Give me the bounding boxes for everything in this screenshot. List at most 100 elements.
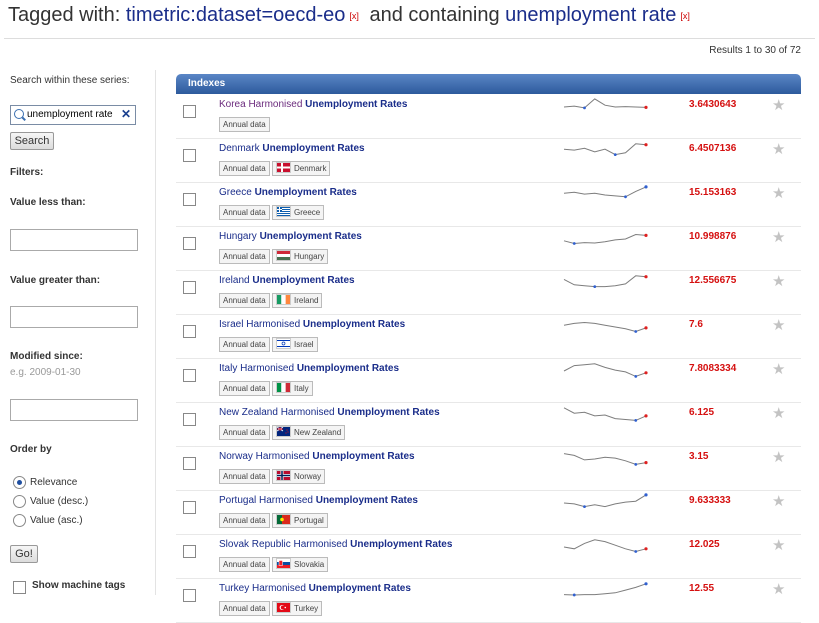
series-title-keyword: Unemployment Rates <box>315 495 418 506</box>
value-greater-label: Value greater than: <box>10 275 101 286</box>
sparkline-end-point <box>644 461 648 465</box>
favorite-star-icon[interactable]: ★ <box>772 580 785 598</box>
sparkline-chart <box>563 493 648 508</box>
tag-country[interactable]: Norway <box>272 469 326 484</box>
row-checkbox[interactable] <box>183 237 196 250</box>
tag-annual-data[interactable]: Annual data <box>219 425 270 440</box>
value-less-input[interactable] <box>10 229 138 251</box>
favorite-star-icon[interactable]: ★ <box>772 228 785 246</box>
tag-country[interactable]: Hungary <box>272 249 329 264</box>
series-title-link[interactable]: Israel Harmonised Unemployment Rates <box>219 319 405 330</box>
favorite-star-icon[interactable]: ★ <box>772 492 785 510</box>
tag-country[interactable]: Slovakia <box>272 557 329 572</box>
tag-country[interactable]: Israel <box>272 337 318 352</box>
tag-country-label: Slovakia <box>294 560 325 569</box>
sparkline-marker <box>572 242 576 245</box>
series-title-link[interactable]: Turkey Harmonised Unemployment Rates <box>219 583 411 594</box>
sparkline-marker <box>624 195 627 199</box>
order-by-label: Order by <box>10 444 52 455</box>
sparkline-end-point <box>644 275 648 279</box>
favorite-star-icon[interactable]: ★ <box>772 96 785 114</box>
row-checkbox[interactable] <box>183 281 196 294</box>
flag-tr-icon <box>276 602 291 614</box>
search-input[interactable]: unemployment rate ✕ <box>10 105 136 125</box>
value-greater-input[interactable] <box>10 306 138 328</box>
tag-country[interactable]: Portugal <box>272 513 328 528</box>
table-row: Norway Harmonised Unemployment Rates Annu… <box>176 446 801 491</box>
series-title-link[interactable]: Portugal Harmonised Unemployment Rates <box>219 495 418 506</box>
series-title-link[interactable]: Italy Harmonised Unemployment Rates <box>219 363 399 374</box>
series-title-link[interactable]: Norway Harmonised Unemployment Rates <box>219 451 415 462</box>
tag-country[interactable]: Denmark <box>272 161 331 176</box>
sparkline-chart <box>563 275 648 288</box>
series-title-link[interactable]: Slovak Republic Harmonised Unemployment … <box>219 539 452 550</box>
series-title-link[interactable]: Korea Harmonised Unemployment Rates <box>219 99 407 110</box>
series-title-link[interactable]: Ireland Unemployment Rates <box>219 275 355 286</box>
series-title-prefix: Portugal Harmonised <box>219 495 316 506</box>
table-row: Denmark Unemployment Rates Annual data Den… <box>176 138 801 183</box>
sparkline-end-point <box>644 493 648 497</box>
tag-country[interactable]: Greece <box>272 205 325 220</box>
heading-query-link[interactable]: unemployment rate <box>505 4 676 26</box>
tag-country[interactable]: New Zealand <box>272 425 346 440</box>
table-row: Korea Harmonised Unemployment Rates Annua… <box>176 94 801 139</box>
sparkline-chart <box>563 539 648 553</box>
search-button[interactable]: Search <box>10 132 54 150</box>
favorite-star-icon[interactable]: ★ <box>772 404 785 422</box>
tag-annual-data[interactable]: Annual data <box>219 249 270 264</box>
remove-query-link[interactable]: [x] <box>680 11 690 21</box>
tag-annual-data[interactable]: Annual data <box>219 161 270 176</box>
series-title-link[interactable]: New Zealand Harmonised Unemployment Rate… <box>219 407 440 418</box>
series-title-link[interactable]: Denmark Unemployment Rates <box>219 143 365 154</box>
tag-annual-data[interactable]: Annual data <box>219 557 270 572</box>
sparkline-line <box>563 98 647 109</box>
tag-annual-data[interactable]: Annual data <box>219 601 270 616</box>
row-checkbox[interactable] <box>183 413 196 426</box>
row-checkbox[interactable] <box>183 589 196 602</box>
radio-relevance[interactable] <box>13 476 26 489</box>
tag-annual-data[interactable]: Annual data <box>219 469 270 484</box>
favorite-star-icon[interactable]: ★ <box>772 448 785 466</box>
clear-icon[interactable]: ✕ <box>121 107 131 121</box>
table-row: Ireland Unemployment Rates Annual data Ire… <box>176 270 801 315</box>
row-checkbox[interactable] <box>183 193 196 206</box>
tag-country[interactable]: Ireland <box>272 293 323 308</box>
tag-annual-data[interactable]: Annual data <box>219 337 270 352</box>
flag-it-icon <box>276 382 291 394</box>
tag-country[interactable]: Italy <box>272 381 313 396</box>
tag-annual-data[interactable]: Annual data <box>219 205 270 220</box>
row-checkbox[interactable] <box>183 545 196 558</box>
tag-annual-data[interactable]: Annual data <box>219 117 270 132</box>
favorite-star-icon[interactable]: ★ <box>772 272 785 290</box>
series-title-link[interactable]: Hungary Unemployment Rates <box>219 231 362 242</box>
table-row: Hungary Unemployment Rates Annual data Hun… <box>176 226 801 271</box>
tag-annual-data[interactable]: Annual data <box>219 381 270 396</box>
heading-tag-link[interactable]: timetric:dataset=oecd-eo <box>126 4 346 26</box>
go-button[interactable]: Go! <box>10 545 38 563</box>
row-checkbox[interactable] <box>183 369 196 382</box>
series-value: 3.6430643 <box>689 99 737 110</box>
tag-annual-data[interactable]: Annual data <box>219 513 270 528</box>
favorite-star-icon[interactable]: ★ <box>772 140 785 158</box>
remove-tag-link[interactable]: [x] <box>349 11 359 21</box>
favorite-star-icon[interactable]: ★ <box>772 184 785 202</box>
table-row: Greece Unemployment Rates Annual data Gree… <box>176 182 801 227</box>
favorite-star-icon[interactable]: ★ <box>772 536 785 554</box>
series-title-link[interactable]: Greece Unemployment Rates <box>219 187 357 198</box>
tag-country[interactable]: Turkey <box>272 601 323 616</box>
radio-value-asc[interactable] <box>13 514 26 527</box>
search-label: Search within these series: <box>10 75 130 86</box>
favorite-star-icon[interactable]: ★ <box>772 360 785 378</box>
machine-tags-checkbox[interactable] <box>13 581 26 594</box>
tag-annual-data[interactable]: Annual data <box>219 293 270 308</box>
row-checkbox[interactable] <box>183 457 196 470</box>
flag-gr-icon <box>276 206 291 218</box>
tag-country-label: Norway <box>294 472 322 481</box>
favorite-star-icon[interactable]: ★ <box>772 316 785 334</box>
row-checkbox[interactable] <box>183 325 196 338</box>
radio-value-desc[interactable] <box>13 495 26 508</box>
row-checkbox[interactable] <box>183 501 196 514</box>
modified-since-input[interactable] <box>10 399 138 421</box>
row-checkbox[interactable] <box>183 149 196 162</box>
row-checkbox[interactable] <box>183 105 196 118</box>
